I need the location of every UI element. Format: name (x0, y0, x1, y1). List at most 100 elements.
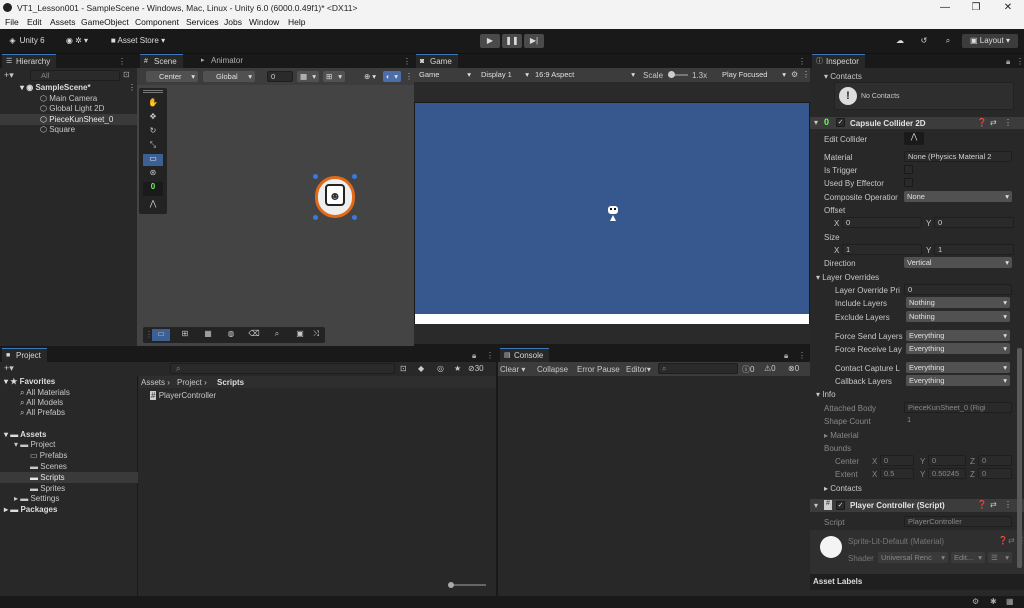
fav-all-models[interactable]: ⌕ All Models (20, 398, 63, 408)
account-button[interactable]: ◈ Unity 6 (4, 34, 48, 48)
project-menu-icon[interactable]: ⋮ (486, 351, 494, 360)
help-icon[interactable]: ❓ (998, 536, 1008, 545)
add-button[interactable]: +▾ (4, 70, 14, 81)
layer-overrides-foldout[interactable]: ▾ Layer Overrides (816, 273, 879, 282)
history-icon[interactable]: ↺ (917, 34, 931, 48)
player-controller-header[interactable]: ▾ # ✓ Player Controller (Script) ❓ ⇄ ⋮ (810, 499, 1024, 512)
console-search-input[interactable] (658, 363, 738, 374)
preset-icon[interactable]: ⇄ (990, 118, 997, 127)
shader-dropdown[interactable]: Universal Renc (878, 552, 948, 563)
log-count[interactable]: ⓘ0 (742, 364, 754, 375)
tab-console[interactable]: ▤ Console (500, 348, 550, 362)
breadcrumb-scripts[interactable]: Scripts (217, 378, 244, 387)
menu-window[interactable]: Window (249, 17, 279, 27)
eraser-icon[interactable]: ⌫ (245, 329, 263, 338)
space-dropdown[interactable]: Global (203, 71, 255, 82)
rect-handle[interactable] (313, 174, 318, 179)
capsule-collider-header[interactable]: ▾ 0 ✓ Capsule Collider 2D ❓ ⇄ ⋮ (810, 117, 1024, 129)
cache-icon[interactable]: ▦ (1006, 597, 1014, 606)
exclude-layers-dropdown[interactable]: Nothing (906, 311, 1010, 322)
folder-prefabs[interactable]: ▭ Prefabs (30, 451, 67, 460)
globe-icon[interactable]: ⊕ (361, 71, 379, 82)
filter-label-icon[interactable]: ◆ (418, 364, 424, 373)
game-menu-icon[interactable]: ⋮ (798, 57, 806, 66)
rect-handle[interactable] (352, 215, 357, 220)
project-search-input[interactable] (170, 363, 395, 374)
inspector-lock-icon[interactable]: 🔒︎ (1006, 57, 1010, 67)
scene-root[interactable]: ▾ ◉ SampleScene* (20, 83, 91, 92)
tab-game[interactable]: ◙ Game (416, 54, 458, 68)
size-y-field[interactable]: 1 (934, 244, 1014, 255)
help-icon[interactable]: ❓ (977, 500, 987, 509)
icon-size-slider-thumb[interactable] (448, 582, 454, 588)
scale-tool-icon[interactable]: ⤡ (143, 140, 163, 152)
file-playercontroller[interactable]: # PlayerController (150, 391, 216, 400)
hierarchy-item-square[interactable]: ⬡ Square (40, 125, 75, 134)
rect-handle[interactable] (313, 215, 318, 220)
rotate-tool-icon[interactable]: ↻ (143, 126, 163, 138)
tab-inspector[interactable]: ⓘ Inspector (812, 54, 865, 68)
material-field[interactable]: None (Physics Material 2 (904, 151, 1012, 162)
packages-foldout[interactable]: ▸ ▬ Packages (4, 505, 57, 514)
play-mode-dropdown[interactable]: Play Focused (719, 69, 789, 80)
breadcrumb-project[interactable]: Project › (177, 378, 207, 387)
layout-dropdown[interactable]: ▣ Layout ▾ (962, 34, 1018, 48)
preset-icon[interactable]: ⇄ (990, 500, 997, 509)
preset-icon[interactable]: ⇄ (1008, 536, 1015, 545)
filter-icon[interactable]: ⊡ (123, 70, 130, 79)
menu-edit[interactable]: Edit (27, 17, 42, 27)
lock-icon[interactable]: ⋮ (118, 57, 126, 66)
include-layers-dropdown[interactable]: Nothing (906, 297, 1010, 308)
display-dropdown[interactable]: Display 1 (478, 69, 532, 80)
is-trigger-checkbox[interactable] (904, 165, 913, 174)
menu-gameobject[interactable]: GameObject (81, 17, 129, 27)
hierarchy-item-global-light[interactable]: ⬡ Global Light 2D (40, 104, 104, 113)
tab-project[interactable]: ■ Project (2, 348, 47, 362)
shader-options-button[interactable]: ☰ (988, 552, 1012, 563)
fill-icon[interactable]: ▣ (291, 329, 309, 338)
offset-y-field[interactable]: 0 (934, 217, 1014, 228)
scene-menu-icon[interactable]: ⋮ (128, 83, 136, 92)
clear-button[interactable]: Clear ▾ (500, 365, 525, 374)
help-icon[interactable]: ❓ (977, 118, 987, 127)
fav-all-prefabs[interactable]: ⌕ All Prefabs (20, 408, 65, 418)
pivot-dropdown[interactable]: Center (146, 71, 198, 82)
collapse-button[interactable]: Collapse (537, 365, 568, 374)
2d-view-icon[interactable]: ◐ (383, 71, 401, 82)
game-more-icon[interactable]: ⋮ (802, 70, 810, 79)
folder-project[interactable]: ▾ ▬ Project (14, 440, 55, 449)
fav-all-materials[interactable]: ⌕ All Materials (20, 388, 70, 398)
tab-hierarchy[interactable]: ☰ Hierarchy (2, 54, 57, 68)
lock-icon[interactable]: 🔒︎ (472, 351, 476, 361)
filter-by-type-icon[interactable]: ⊡ (400, 364, 407, 373)
component-menu-icon[interactable]: ⋮ (1004, 500, 1012, 509)
info-foldout[interactable]: ▾ Info (816, 390, 836, 399)
aspect-dropdown[interactable]: 16:9 Aspect (532, 69, 638, 80)
error-count[interactable]: ⊗0 (788, 364, 799, 373)
maximize-button[interactable]: ❐ (961, 0, 991, 16)
snap-dropdown[interactable]: ⊞ (323, 71, 345, 82)
move-tool-icon[interactable]: ✥ (143, 112, 163, 124)
hierarchy-search-input[interactable]: All (30, 70, 120, 81)
close-button[interactable]: ✕ (993, 0, 1023, 16)
asset-store-button[interactable]: ■ Asset Store ▾ (104, 34, 172, 48)
rect-tool-icon[interactable]: ▭ (143, 154, 163, 166)
grid-icon[interactable]: ▦ (199, 329, 217, 338)
layer-priority-field[interactable]: 0 (904, 284, 1012, 295)
scene-menu-icon[interactable]: ⋮ (403, 57, 411, 66)
composite-dropdown[interactable]: None (904, 191, 1012, 202)
edit-collider-button[interactable]: ⋀ (904, 132, 924, 145)
icon-size-slider[interactable] (452, 584, 486, 586)
folder-scenes[interactable]: ▬ Scenes (30, 462, 67, 471)
scene-view[interactable]: Center Global 0 ▦ ⊞ ⊕ ◐ ⋮ ✋ ✥ ↻ ⤡ ▭ ⊛ 0 … (137, 68, 414, 346)
hierarchy-item-main-camera[interactable]: ⬡ Main Camera (40, 94, 97, 103)
used-by-effector-checkbox[interactable] (904, 178, 913, 187)
scene-more-icon[interactable]: ⋮ (405, 72, 413, 81)
callback-layers-dropdown[interactable]: Everything (906, 375, 1010, 386)
progress-icon[interactable]: ⚙ (972, 597, 979, 606)
shuffle-icon[interactable]: ⤨ (309, 329, 323, 339)
minimize-button[interactable]: — (930, 0, 960, 16)
breadcrumb-assets[interactable]: Assets › (141, 378, 170, 387)
menu-help[interactable]: Help (288, 17, 305, 27)
force-receive-dropdown[interactable]: Everything (906, 343, 1010, 354)
